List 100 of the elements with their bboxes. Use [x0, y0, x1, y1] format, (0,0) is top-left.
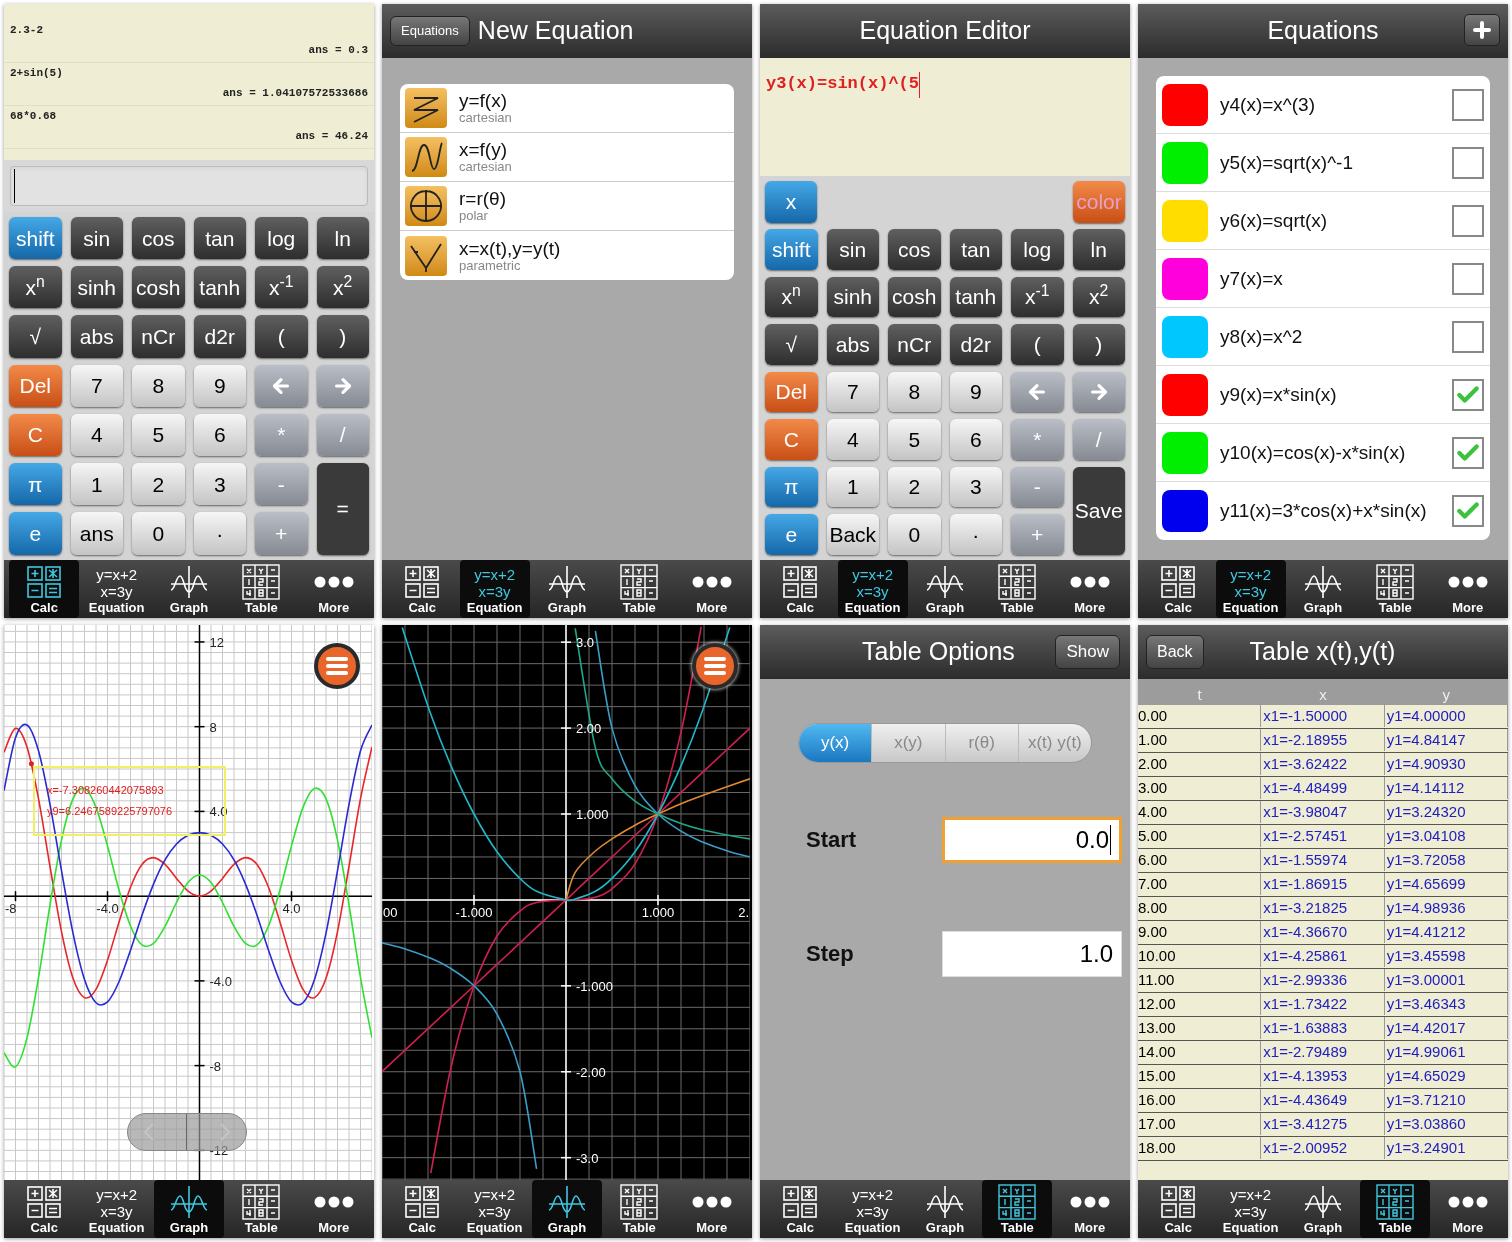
nav-tab[interactable]: y=x+2 x=3y Equation [837, 1180, 908, 1238]
calculator-key[interactable]: ) [1072, 324, 1125, 365]
back-button[interactable]: Equations [390, 16, 470, 46]
equation-item[interactable]: y11(x)=3*cos(x)+x*sin(x) [1156, 482, 1490, 540]
calculator-key[interactable]: sin [70, 217, 123, 260]
calculator-key[interactable]: cos [888, 229, 941, 270]
nav-tab[interactable]: More [676, 559, 747, 618]
calculator-key[interactable]: ln [316, 217, 369, 260]
equation-type-item[interactable]: y=f(x) cartesian [400, 84, 734, 133]
calculator-key[interactable]: cosh [132, 266, 185, 309]
checkbox[interactable] [1452, 495, 1484, 527]
menu-button[interactable] [314, 642, 360, 689]
calculator-key[interactable]: 5 [888, 419, 941, 460]
calculator-key[interactable]: ln [1072, 229, 1125, 270]
nav-tab[interactable]: Graph [153, 1180, 224, 1238]
nav-tab[interactable]: y=x+2 x=3y Equation [1215, 559, 1286, 618]
calculator-key[interactable]: x$^{-1}$ [1011, 276, 1064, 317]
nav-tab[interactable]: Table [1360, 1180, 1431, 1238]
calculator-key[interactable]: abs [826, 324, 879, 365]
calculator-key[interactable]: 2 [888, 466, 941, 507]
nav-tab[interactable]: More [298, 1180, 369, 1238]
expression-field[interactable]: y3(x)=sin(x)^(5 [760, 58, 1130, 176]
calculator-key[interactable]: 2 [132, 463, 185, 506]
calculator-key[interactable]: x$^{-1}$ [255, 266, 308, 309]
nav-tab[interactable]: Graph [1287, 1180, 1358, 1238]
nav-tab[interactable]: y=x+2 x=3y Equation [81, 1180, 152, 1238]
calculator-key[interactable]: π [765, 466, 818, 507]
calculator-key[interactable]: x [765, 181, 817, 223]
nav-tab[interactable]: Calc [9, 559, 80, 618]
nav-tab[interactable]: More [298, 559, 369, 618]
nav-tab[interactable]: Table [982, 559, 1053, 618]
checkbox[interactable] [1452, 378, 1484, 411]
back-button[interactable]: Back [1146, 634, 1204, 669]
equation-item[interactable]: y9(x)=x*sin(x) [1156, 366, 1490, 424]
nav-tab[interactable]: Calc [765, 1180, 836, 1238]
calculator-key[interactable]: 7 [70, 364, 123, 407]
nav-tab[interactable]: y=x+2 x=3y Equation [1215, 1180, 1286, 1238]
calculator-key[interactable]: x$^{2}$ [1072, 276, 1125, 317]
equation-type-item[interactable]: x=f(y) cartesian [400, 133, 734, 182]
nav-tab[interactable]: Table [226, 559, 297, 618]
input-field[interactable]: 1.0 [942, 930, 1122, 977]
calculator-key[interactable]: ans [70, 512, 123, 555]
calculator-key[interactable]: π [9, 463, 62, 506]
calculator-key[interactable]: sin [826, 229, 879, 270]
nav-tab[interactable]: Table [1360, 559, 1431, 618]
nav-tab[interactable]: Calc [387, 559, 458, 618]
calculator-key[interactable]: 9 [193, 364, 246, 407]
calculator-key[interactable]: log [255, 217, 308, 260]
add-button[interactable] [1464, 14, 1500, 46]
calculator-key[interactable]: ( [1011, 324, 1064, 365]
calculator-key[interactable]: tanh [193, 266, 246, 309]
nav-tab[interactable]: More [676, 1180, 747, 1238]
nav-tab[interactable]: Calc [9, 1180, 80, 1238]
arrow-key[interactable] [316, 364, 369, 407]
equation-item[interactable]: y10(x)=cos(x)-x*sin(x) [1156, 424, 1490, 482]
calculator-key[interactable]: ) [316, 315, 369, 358]
calculator-key[interactable]: 6 [193, 413, 246, 457]
checkbox[interactable] [1452, 262, 1484, 295]
menu-button[interactable] [692, 642, 738, 689]
calculator-key[interactable]: x$^{2}$ [316, 266, 369, 309]
nav-tab[interactable]: y=x+2 x=3y Equation [81, 559, 152, 618]
arrow-key[interactable] [1011, 371, 1064, 412]
calculator-key[interactable]: log [1011, 229, 1064, 270]
calculator-key[interactable]: 0 [888, 514, 941, 555]
show-button[interactable]: Show [1055, 634, 1120, 669]
checkbox[interactable] [1452, 88, 1484, 121]
calculator-key[interactable]: 4 [826, 419, 879, 460]
nav-tab[interactable]: More [1054, 1180, 1125, 1238]
calculator-key[interactable]: 3 [949, 466, 1002, 507]
calculator-key[interactable]: d2r [949, 324, 1002, 365]
calculator-key[interactable]: 5 [132, 413, 185, 457]
calculator-key[interactable]: tanh [949, 276, 1002, 317]
nav-tab[interactable]: Graph [531, 1180, 602, 1238]
equation-item[interactable]: y8(x)=x^2 [1156, 308, 1490, 366]
calculator-key[interactable]: sinh [70, 266, 123, 309]
calculator-key[interactable]: √ [765, 324, 818, 365]
calculator-key[interactable]: Save [1072, 466, 1125, 555]
calculator-key[interactable]: x$^{n}$ [765, 276, 818, 317]
calculator-key[interactable]: shift [765, 229, 818, 270]
equation-item[interactable]: y5(x)=sqrt(x)^-1 [1156, 134, 1490, 192]
calculator-key[interactable]: 1 [70, 463, 123, 506]
equation-type-item[interactable]: x=x(t),y=y(t) parametric [400, 231, 734, 280]
calculator-key[interactable]: cosh [888, 276, 941, 317]
calculator-key[interactable]: e [765, 514, 818, 555]
calculator-key[interactable]: cos [132, 217, 185, 260]
checkbox[interactable] [1452, 146, 1484, 179]
nav-tab[interactable]: Table [226, 1180, 297, 1238]
calculator-key[interactable]: tan [949, 229, 1002, 270]
nav-tab[interactable]: Table [982, 1180, 1053, 1238]
checkbox[interactable] [1452, 436, 1484, 469]
calculator-key[interactable]: shift [9, 217, 62, 260]
calculator-key[interactable]: · [193, 512, 246, 555]
calculator-key[interactable]: 3 [193, 463, 246, 506]
equation-item[interactable]: y4(x)=x^(3) [1156, 76, 1490, 134]
calculator-key[interactable]: √ [9, 315, 62, 358]
calculator-key[interactable]: 8 [132, 364, 185, 407]
nav-tab[interactable]: y=x+2 x=3y Equation [459, 559, 530, 618]
calculator-key[interactable]: 8 [888, 371, 941, 412]
nav-tab[interactable]: Calc [1143, 559, 1214, 618]
calculator-key[interactable]: · [949, 514, 1002, 555]
